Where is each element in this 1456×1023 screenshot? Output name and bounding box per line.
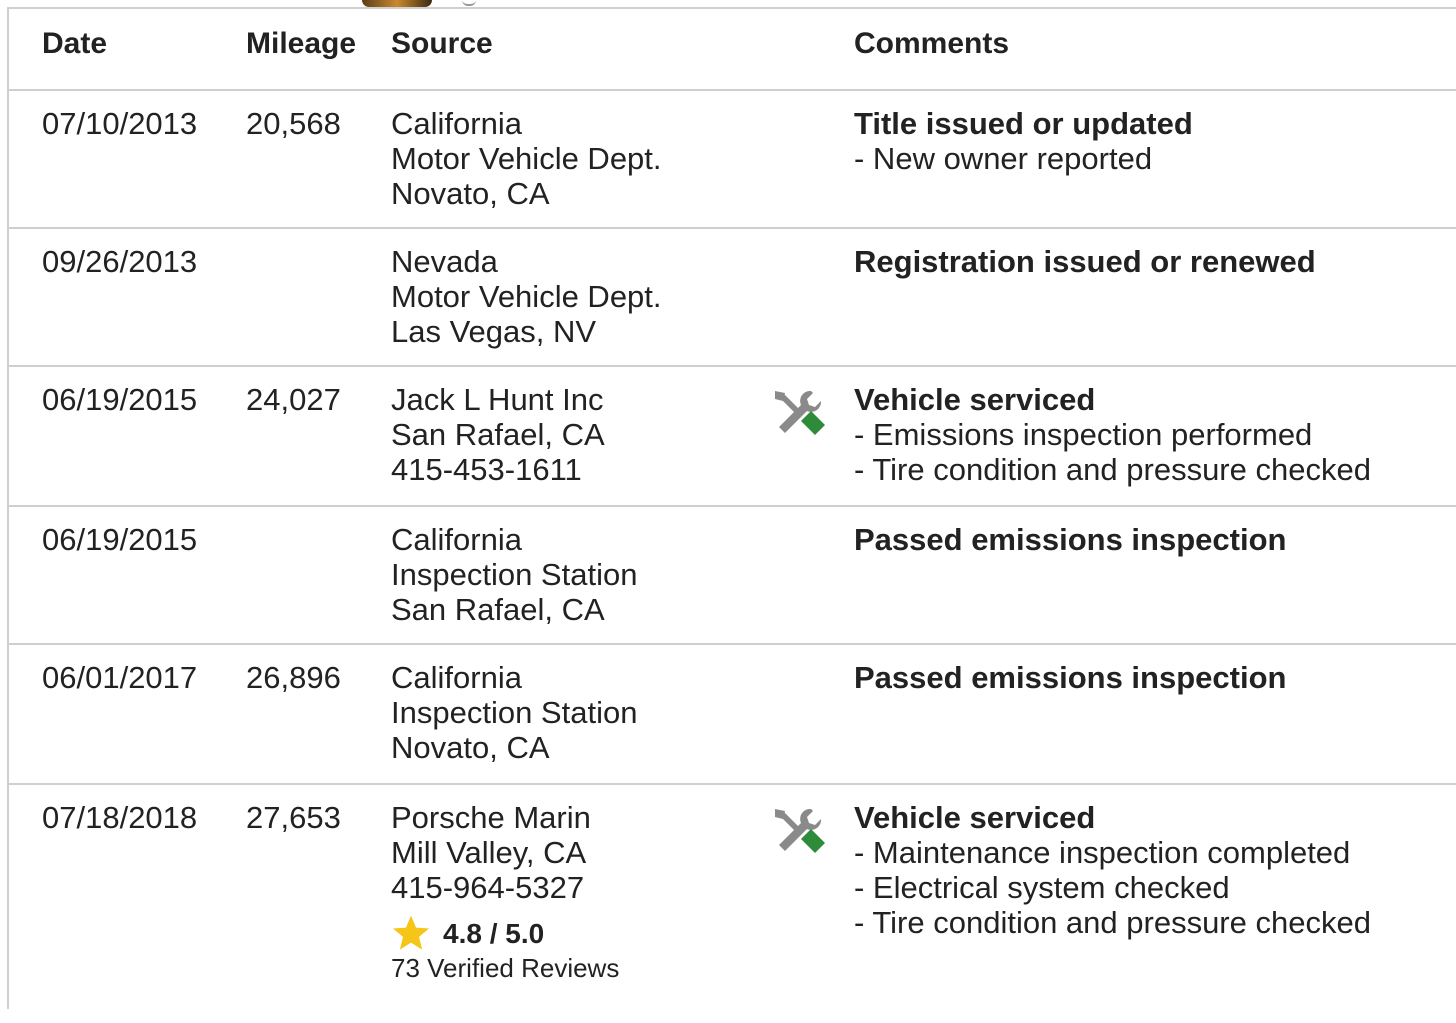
header-mileage: Mileage xyxy=(246,27,357,60)
row-source: Jack L Hunt Inc San Rafael, CA 415-453-1… xyxy=(391,382,605,487)
source-line: Motor Vehicle Dept. xyxy=(391,141,662,176)
row-source: Porsche Marin Mill Valley, CA 415-964-53… xyxy=(391,800,619,983)
service-tools-icon xyxy=(775,390,825,435)
row-comments: Passed emissions inspection xyxy=(854,660,1286,695)
row-comments: Registration issued or renewed xyxy=(854,244,1316,279)
table-row: 06/19/2015 24,027 Jack L Hunt Inc San Ra… xyxy=(9,365,1456,507)
vehicle-image-fragment xyxy=(362,0,432,7)
verified-reviews-link[interactable]: 73 Verified Reviews xyxy=(391,953,619,983)
comment-detail: - Emissions inspection performed xyxy=(854,417,1313,452)
row-mileage: 24,027 xyxy=(246,382,341,417)
comment-title: Vehicle serviced xyxy=(854,800,1096,835)
source-line: California xyxy=(391,522,522,557)
row-mileage: 26,896 xyxy=(246,660,341,695)
vehicle-history-table: Date Mileage Source Comments 07/10/2013 … xyxy=(7,7,1456,1009)
rating-score: 4.8 / 5.0 xyxy=(443,917,545,949)
star-icon xyxy=(393,915,429,950)
source-line: Nevada xyxy=(391,244,498,279)
table-header-row: Date Mileage Source Comments xyxy=(9,9,1456,91)
row-source: California Inspection Station Novato, CA xyxy=(391,660,637,765)
source-line: Porsche Marin xyxy=(391,800,591,835)
dealer-rating[interactable]: 4.8 / 5.0 xyxy=(391,913,619,953)
comment-detail: - Tire condition and pressure checked xyxy=(854,452,1371,487)
comment-detail: - New owner reported xyxy=(854,141,1153,176)
source-line: Motor Vehicle Dept. xyxy=(391,279,662,314)
table-row: 06/19/2015 California Inspection Station… xyxy=(9,505,1456,645)
row-comments: Passed emissions inspection xyxy=(854,522,1286,557)
source-line: Inspection Station xyxy=(391,695,638,730)
header-source: Source xyxy=(391,27,493,60)
source-line: Inspection Station xyxy=(391,557,638,592)
row-mileage: 27,653 xyxy=(246,800,341,835)
comment-detail: - Electrical system checked xyxy=(854,870,1230,905)
source-line: Novato, CA xyxy=(391,730,550,765)
table-row: 07/10/2013 20,568 California Motor Vehic… xyxy=(9,89,1456,229)
comment-title: Registration issued or renewed xyxy=(854,244,1316,279)
comment-title: Passed emissions inspection xyxy=(854,660,1287,695)
row-date: 06/19/2015 xyxy=(42,522,198,557)
source-line: 415-453-1611 xyxy=(391,452,582,487)
decorative-fragment xyxy=(462,0,476,6)
row-date: 06/19/2015 xyxy=(42,382,198,417)
row-date: 09/26/2013 xyxy=(42,244,198,279)
row-source: Nevada Motor Vehicle Dept. Las Vegas, NV xyxy=(391,244,662,349)
row-comments: Vehicle serviced - Emissions inspection … xyxy=(854,382,1371,487)
source-line: California xyxy=(391,106,522,141)
row-mileage: 20,568 xyxy=(246,106,341,141)
row-comments: Vehicle serviced - Maintenance inspectio… xyxy=(854,800,1371,940)
header-date: Date xyxy=(42,27,108,60)
table-row: 07/18/2018 27,653 Porsche Marin Mill Val… xyxy=(9,783,1456,1023)
row-source: California Motor Vehicle Dept. Novato, C… xyxy=(391,106,662,211)
source-line: Las Vegas, NV xyxy=(391,314,597,349)
table-row: 09/26/2013 Nevada Motor Vehicle Dept. La… xyxy=(9,227,1456,367)
source-line: Jack L Hunt Inc xyxy=(391,382,604,417)
source-line: 415-964-5327 xyxy=(391,870,585,905)
source-line: Novato, CA xyxy=(391,176,550,211)
source-line: California xyxy=(391,660,522,695)
table-row: 06/01/2017 26,896 California Inspection … xyxy=(9,643,1456,785)
source-line: San Rafael, CA xyxy=(391,592,605,627)
comment-detail: - Maintenance inspection completed xyxy=(854,835,1351,870)
row-source: California Inspection Station San Rafael… xyxy=(391,522,637,627)
comment-title: Passed emissions inspection xyxy=(854,522,1287,557)
service-tools-icon xyxy=(775,808,825,853)
source-line: San Rafael, CA xyxy=(391,417,605,452)
comment-detail: - Tire condition and pressure checked xyxy=(854,905,1371,940)
comment-title: Title issued or updated xyxy=(854,106,1193,141)
row-date: 06/01/2017 xyxy=(42,660,198,695)
row-date: 07/18/2018 xyxy=(42,800,198,835)
source-line: Mill Valley, CA xyxy=(391,835,587,870)
row-comments: Title issued or updated - New owner repo… xyxy=(854,106,1193,176)
comment-title: Vehicle serviced xyxy=(854,382,1096,417)
row-date: 07/10/2013 xyxy=(42,106,198,141)
header-comments: Comments xyxy=(854,27,1010,60)
